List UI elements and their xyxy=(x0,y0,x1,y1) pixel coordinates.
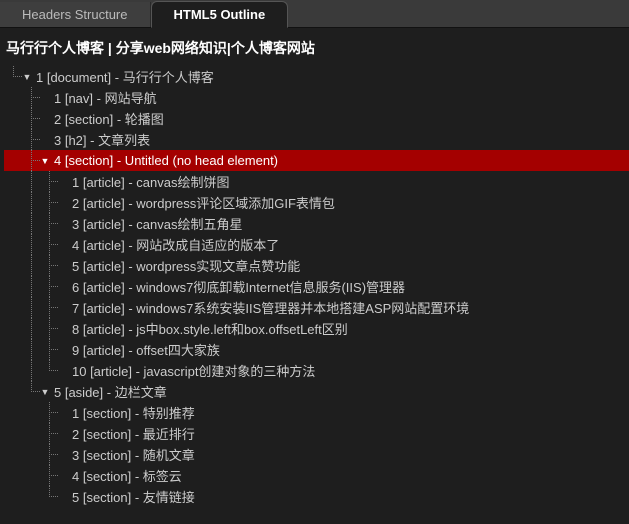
tree-label: 4 [article] - 网站改成自适应的版本了 xyxy=(70,235,279,254)
tab-bar: Headers Structure HTML5 Outline xyxy=(0,0,629,28)
tree-guides xyxy=(4,381,40,402)
tree-label: 4 [section] - 标签云 xyxy=(70,466,182,485)
tree-guides xyxy=(4,444,58,465)
tree-row[interactable]: 10 [article] - javascript创建对象的三种方法 xyxy=(4,360,629,381)
tree-guides xyxy=(4,402,58,423)
tree-leaf-icon xyxy=(40,114,50,124)
expand-toggle-icon[interactable]: ▼ xyxy=(22,72,32,82)
tree-leaf-icon xyxy=(58,324,68,334)
tree-label: 1 [section] - 特别推荐 xyxy=(70,403,195,422)
tree-guides xyxy=(4,339,58,360)
tree-label: 5 [aside] - 边栏文章 xyxy=(52,382,167,401)
tree-leaf-icon xyxy=(40,93,50,103)
tree-label: 2 [section] - 轮播图 xyxy=(52,109,164,128)
tree-guides xyxy=(4,66,22,87)
tree-leaf-icon xyxy=(58,429,68,439)
tree-label: 7 [article] - windows7系统安装IIS管理器并本地搭建ASP… xyxy=(70,298,469,317)
tree-leaf-icon xyxy=(58,219,68,229)
tree-row[interactable]: 2 [section] - 轮播图 xyxy=(4,108,629,129)
tree-label: 6 [article] - windows7彻底卸载Internet信息服务(I… xyxy=(70,277,405,296)
tree-row[interactable]: 8 [article] - js中box.style.left和box.offs… xyxy=(4,318,629,339)
tree-row[interactable]: 3 [section] - 随机文章 xyxy=(4,444,629,465)
tree-row[interactable]: 1 [section] - 特别推荐 xyxy=(4,402,629,423)
expand-toggle-icon[interactable]: ▼ xyxy=(40,387,50,397)
tree-label: 9 [article] - offset四大家族 xyxy=(70,340,220,359)
tree-guides xyxy=(4,213,58,234)
tree-leaf-icon xyxy=(58,198,68,208)
tree-row[interactable]: 6 [article] - windows7彻底卸载Internet信息服务(I… xyxy=(4,276,629,297)
tree-row[interactable]: 4 [section] - 标签云 xyxy=(4,465,629,486)
tree-leaf-icon xyxy=(58,177,68,187)
tree-row[interactable]: 1 [nav] - 网站导航 xyxy=(4,87,629,108)
tree-guides xyxy=(4,150,40,171)
tree-guides xyxy=(4,192,58,213)
tree-row[interactable]: ▼4 [section] - Untitled (no head element… xyxy=(4,150,629,171)
tree-leaf-icon xyxy=(58,261,68,271)
tree-row[interactable]: 5 [section] - 友情链接 xyxy=(4,486,629,507)
tree-leaf-icon xyxy=(58,366,68,376)
tree-row[interactable]: ▼1 [document] - 马行行个人博客 xyxy=(4,66,629,87)
tree-guides xyxy=(4,87,40,108)
tree-row[interactable]: 7 [article] - windows7系统安装IIS管理器并本地搭建ASP… xyxy=(4,297,629,318)
tree-guides xyxy=(4,465,58,486)
tree-label: 5 [section] - 友情链接 xyxy=(70,487,195,506)
tree-label: 2 [article] - wordpress评论区域添加GIF表情包 xyxy=(70,193,335,212)
tree-label: 5 [article] - wordpress实现文章点赞功能 xyxy=(70,256,300,275)
tree-guides xyxy=(4,276,58,297)
expand-toggle-icon[interactable]: ▼ xyxy=(40,156,50,166)
tree-label: 1 [nav] - 网站导航 xyxy=(52,88,157,107)
tree-label: 1 [article] - canvas绘制饼图 xyxy=(70,172,230,191)
tree-label: 4 [section] - Untitled (no head element) xyxy=(52,153,278,168)
tree-row[interactable]: ▼5 [aside] - 边栏文章 xyxy=(4,381,629,402)
tree-label: 10 [article] - javascript创建对象的三种方法 xyxy=(70,361,315,380)
tree-row[interactable]: 4 [article] - 网站改成自适应的版本了 xyxy=(4,234,629,255)
tree-guides xyxy=(4,318,58,339)
tree-label: 2 [section] - 最近排行 xyxy=(70,424,195,443)
tree-guides xyxy=(4,360,58,381)
tree-guides xyxy=(4,108,40,129)
tree-label: 3 [h2] - 文章列表 xyxy=(52,130,150,149)
page-title: 马行行个人博客 | 分享web网络知识|个人博客网站 xyxy=(0,28,629,66)
tree-row[interactable]: 2 [section] - 最近排行 xyxy=(4,423,629,444)
tree-leaf-icon xyxy=(58,282,68,292)
tree-leaf-icon xyxy=(58,471,68,481)
tree-guides xyxy=(4,423,58,444)
tree-leaf-icon xyxy=(58,450,68,460)
tab-headers-structure[interactable]: Headers Structure xyxy=(0,2,151,27)
tree-leaf-icon xyxy=(58,408,68,418)
outline-tree: ▼1 [document] - 马行行个人博客1 [nav] - 网站导航2 [… xyxy=(0,66,629,507)
tree-guides xyxy=(4,255,58,276)
tree-row[interactable]: 1 [article] - canvas绘制饼图 xyxy=(4,171,629,192)
tree-row[interactable]: 2 [article] - wordpress评论区域添加GIF表情包 xyxy=(4,192,629,213)
tree-leaf-icon xyxy=(40,135,50,145)
tree-leaf-icon xyxy=(58,492,68,502)
tree-guides xyxy=(4,234,58,255)
tree-leaf-icon xyxy=(58,240,68,250)
tree-leaf-icon xyxy=(58,345,68,355)
tab-html5-outline[interactable]: HTML5 Outline xyxy=(151,1,289,28)
tree-label: 3 [section] - 随机文章 xyxy=(70,445,195,464)
tree-guides xyxy=(4,486,58,507)
tree-row[interactable]: 3 [h2] - 文章列表 xyxy=(4,129,629,150)
tree-row[interactable]: 9 [article] - offset四大家族 xyxy=(4,339,629,360)
tree-label: 3 [article] - canvas绘制五角星 xyxy=(70,214,243,233)
tree-guides xyxy=(4,129,40,150)
tree-guides xyxy=(4,171,58,192)
tree-label: 1 [document] - 马行行个人博客 xyxy=(34,67,214,86)
tree-row[interactable]: 5 [article] - wordpress实现文章点赞功能 xyxy=(4,255,629,276)
tree-leaf-icon xyxy=(58,303,68,313)
tree-row[interactable]: 3 [article] - canvas绘制五角星 xyxy=(4,213,629,234)
tree-guides xyxy=(4,297,58,318)
tree-label: 8 [article] - js中box.style.left和box.offs… xyxy=(70,319,348,338)
